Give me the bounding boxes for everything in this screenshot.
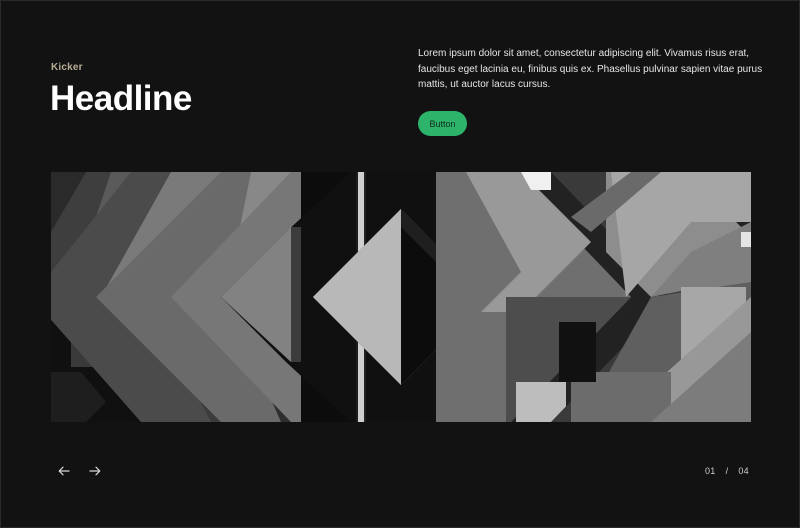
previous-slide-button[interactable] bbox=[55, 462, 73, 480]
arrow-right-icon bbox=[89, 466, 101, 476]
arrow-left-icon bbox=[58, 466, 70, 476]
kicker-label: Kicker bbox=[51, 62, 83, 73]
counter-separator: / bbox=[725, 466, 729, 476]
hero-image bbox=[51, 172, 751, 422]
next-slide-button[interactable] bbox=[86, 462, 104, 480]
primary-button[interactable]: Button bbox=[418, 111, 467, 136]
total-slide-number: 04 bbox=[738, 466, 749, 476]
hero-page: Kicker Headline Lorem ipsum dolor sit am… bbox=[0, 0, 800, 528]
current-slide-number: 01 bbox=[704, 466, 716, 476]
intro-paragraph: Lorem ipsum dolor sit amet, consectetur … bbox=[418, 48, 763, 91]
slide-counter: 01 / 04 bbox=[705, 466, 749, 476]
page-headline: Headline bbox=[50, 79, 192, 118]
abstract-chevron-artwork bbox=[51, 172, 751, 422]
